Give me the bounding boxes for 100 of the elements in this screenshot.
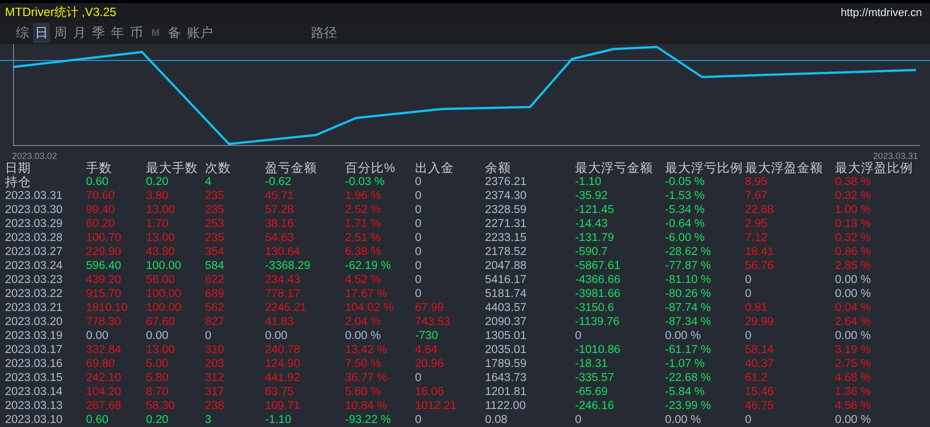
table-cell-text: 441.92 xyxy=(265,371,302,385)
table-cell-text: -87.34 % xyxy=(665,315,712,329)
table-cell-text: 562 xyxy=(205,301,226,315)
tab[interactable]: 备 xyxy=(166,23,183,43)
column-header: 余额 xyxy=(485,161,512,175)
table-cell-text: 0.00 % xyxy=(835,329,872,343)
table-cell-text: 5.00 xyxy=(146,357,170,371)
table-cell-text: 2233.15 xyxy=(485,231,528,245)
table-cell-text: -35.92 xyxy=(575,189,609,203)
column-header: 百分比% xyxy=(345,161,396,175)
table-cell-text: -18.31 xyxy=(575,357,609,371)
table-cell-text: -80.26 % xyxy=(665,287,712,301)
column-header: 手数 xyxy=(86,161,113,175)
table-cell-text: -6.00 % xyxy=(665,231,706,245)
table-cell-text: 0.00 % xyxy=(835,273,872,287)
table-cell-text: 40.37 xyxy=(745,357,775,371)
table-cell-text: 13.00 xyxy=(146,231,176,245)
table-cell-text: -81.10 % xyxy=(665,273,712,287)
table-cell-text: -1.10 xyxy=(575,175,602,189)
date-cell-text: 2023.03.17 xyxy=(5,343,64,357)
table-cell-text: 61.2 xyxy=(745,371,768,385)
table-cell-text: 4.56 % xyxy=(835,399,872,413)
table-cell-text: 915.70 xyxy=(86,287,122,301)
table-cell-text: 2374.30 xyxy=(485,189,528,203)
tab[interactable]: 月 xyxy=(71,23,88,43)
tab[interactable]: 日 xyxy=(33,23,50,43)
tab[interactable]: 路径 xyxy=(309,23,339,43)
table-cell-text: 57.28 xyxy=(265,203,295,217)
table-cell-text: 109.71 xyxy=(265,399,302,413)
date-cell-text: 2023.03.15 xyxy=(5,371,64,385)
table-cell-text: 0 xyxy=(415,217,422,231)
table-cell-text: 0.32 % xyxy=(835,231,872,245)
table-cell-text: 6.38 % xyxy=(345,245,382,259)
date-cell-text: 2023.03.16 xyxy=(5,357,64,371)
table-cell-text: 5181.74 xyxy=(485,287,528,301)
table-cell-text: 8.70 xyxy=(146,385,170,399)
table-cell-text: 67.99 xyxy=(415,301,445,315)
table-cell-text: 0 xyxy=(205,329,212,343)
tab[interactable]: 币 xyxy=(128,23,145,43)
table-cell-text: 2.95 xyxy=(745,217,768,231)
table-cell-text: 332.84 xyxy=(86,343,122,357)
table-cell-text: 20.96 xyxy=(415,357,445,371)
table-cell-text: 240.78 xyxy=(265,343,302,357)
table-cell-text: 689 xyxy=(205,287,226,301)
table-cell-text: 1.96 % xyxy=(345,189,382,203)
table-cell-text: 1789.59 xyxy=(485,357,528,371)
table-cell-text: 0.81 xyxy=(745,301,768,315)
date-cell-text: 2023.03.21 xyxy=(5,301,64,315)
date-cell-text: 2023.03.24 xyxy=(5,259,64,273)
table-cell-text: 18.41 xyxy=(745,245,775,259)
table-cell-text: 0 xyxy=(415,259,422,273)
table-cell-text: 0 xyxy=(415,371,422,385)
table-cell-text: 0.20 xyxy=(146,413,170,427)
table-cell-text: 0.86 % xyxy=(835,245,872,259)
table-cell-text: 4403.57 xyxy=(485,301,528,315)
table-cell-text: 2047.88 xyxy=(485,259,528,273)
table-cell-text: -590.7 xyxy=(575,245,609,259)
table-cell-text: 4.64 xyxy=(415,343,438,357)
date-cell-text: 2023.03.23 xyxy=(5,273,64,287)
tab[interactable]: 综 xyxy=(14,23,31,43)
column-header: 出入金 xyxy=(415,161,455,175)
table-cell-text: -1010.86 xyxy=(575,343,622,357)
table-cell-text: 0 xyxy=(745,329,752,343)
table-cell-text: 0.00 % xyxy=(835,287,872,301)
table-cell-text: 0.60 xyxy=(86,413,110,427)
table-cell-text: 235 xyxy=(205,203,226,217)
column-header: 最大浮亏比例 xyxy=(665,161,744,175)
website-link[interactable]: http://mtdriver.cn xyxy=(840,6,922,18)
tab[interactable]: 年 xyxy=(109,23,126,43)
table-cell-text: 2245.21 xyxy=(265,301,308,315)
table-cell-text: 3 xyxy=(205,413,212,427)
tab[interactable]: 周 xyxy=(52,23,69,43)
table-cell-text: 69.80 xyxy=(86,357,116,371)
table-cell-text: 0 xyxy=(575,329,582,343)
table-cell-text: -14.43 xyxy=(575,217,609,231)
date-cell-text: 2023.03.20 xyxy=(5,315,64,329)
table-cell-text: -65.69 xyxy=(575,385,609,399)
table-cell-text: -730 xyxy=(415,329,440,343)
table-cell-text: 100.00 xyxy=(146,301,182,315)
table-cell-text: -5.34 % xyxy=(665,203,706,217)
column-header: 最大浮盈金额 xyxy=(745,161,824,175)
table-cell-text: 0 xyxy=(415,231,422,245)
table-cell-text: 4 xyxy=(205,175,212,189)
tab[interactable]: 账户 xyxy=(185,23,215,43)
table-cell-text: 0.38 % xyxy=(835,175,872,189)
table-cell-text: -0.03 % xyxy=(345,175,386,189)
table-cell-text: -87.74 % xyxy=(665,301,712,315)
tab[interactable]: 季 xyxy=(90,23,107,43)
table-cell-text: 58.14 xyxy=(745,343,775,357)
table-cell-text: 2.85 % xyxy=(835,259,872,273)
table-cell-text: 242.10 xyxy=(86,371,122,385)
table-cell-text: 56.76 xyxy=(745,259,775,273)
table-cell-text: 1012.21 xyxy=(415,399,458,413)
table-cell-text: 2178.52 xyxy=(485,245,528,259)
table-cell-text: 0.60 xyxy=(86,175,110,189)
table-cell-text: 22.68 xyxy=(745,203,775,217)
axis-label: 2023.03.31 xyxy=(872,151,918,162)
table-cell-text: 0.04 % xyxy=(835,301,872,315)
date-cell-text: 2023.03.29 xyxy=(5,217,64,231)
table-cell-text: 2.51 % xyxy=(345,231,382,245)
